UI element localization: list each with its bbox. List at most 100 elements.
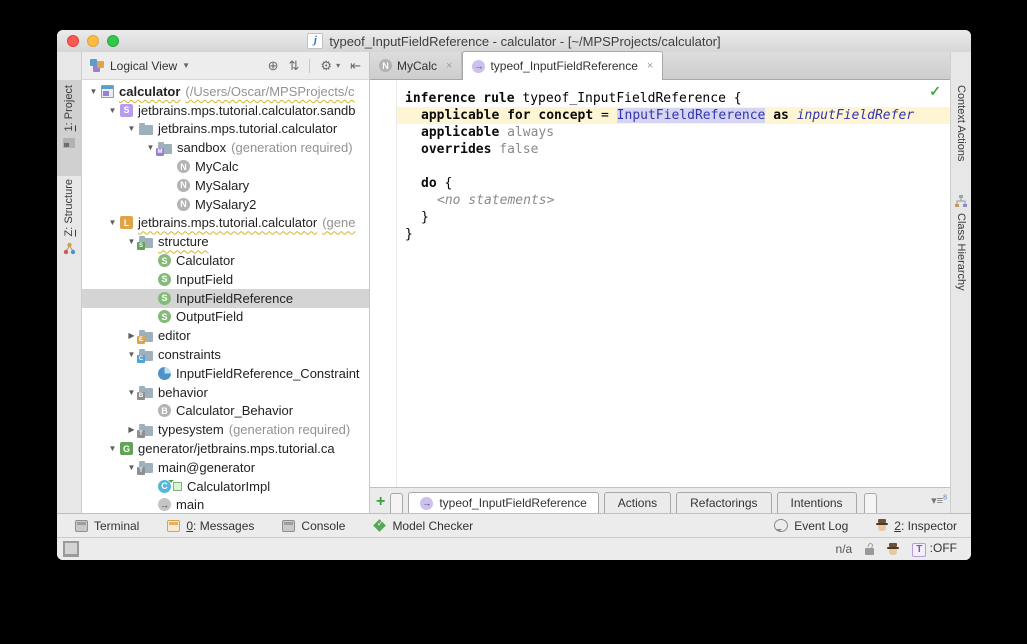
tree-item[interactable]: ▼Tmain@generator <box>82 458 369 477</box>
aspect-tab-label: Actions <box>618 496 657 510</box>
code-line[interactable]: applicable always <box>397 124 950 141</box>
tree-item[interactable]: SInputFieldReference <box>82 289 369 308</box>
tree-item[interactable]: ▶Eeditor <box>82 326 369 345</box>
aspect-tab-label: Intentions <box>791 496 843 510</box>
close-icon[interactable]: × <box>647 60 653 72</box>
tool-window-toggle-icon[interactable] <box>63 541 79 557</box>
tree-item-label: jetbrains.mps.tutorial.calculator <box>158 121 337 136</box>
code-line[interactable]: inference rule typeof_InputFieldReferenc… <box>397 90 950 107</box>
tree-item[interactable]: SInputField <box>82 270 369 289</box>
tree-item[interactable]: ▼Ljetbrains.mps.tutorial.calculator(gene <box>82 214 369 233</box>
locate-icon[interactable]: ⊕ <box>268 58 279 74</box>
tree-item[interactable]: CCalculatorImpl <box>82 477 369 496</box>
editor-tab-typeof-inputfieldreference[interactable]: → typeof_InputFieldReference × <box>462 51 663 80</box>
tree-item[interactable]: SOutputField <box>82 308 369 327</box>
toolbar-button-messages[interactable]: 0: Messages <box>167 519 254 533</box>
tree-item[interactable]: NMyCalc <box>82 157 369 176</box>
tab-list-icon[interactable]: ▾≡8 <box>931 494 947 507</box>
tool-tab-structure[interactable]: Z: Structure <box>57 174 81 260</box>
collapse-all-icon[interactable]: ⇅ <box>289 58 300 74</box>
node-icon: N <box>177 198 190 211</box>
code-token: inference rule <box>405 91 522 106</box>
expanded-arrow-icon[interactable]: ▼ <box>105 218 120 227</box>
tree-item[interactable]: →main <box>82 496 369 513</box>
toolbar-button-console[interactable]: Console <box>282 519 345 533</box>
tree-item[interactable]: ▼calculator(/Users/Oscar/MPSProjects/c <box>82 82 369 101</box>
tool-tab-context-actions[interactable]: Context Actions <box>951 80 971 166</box>
hector-icon[interactable] <box>887 543 899 556</box>
code-token: InputFieldReference <box>617 108 766 123</box>
editor-tab-label: typeof_InputFieldReference <box>490 59 637 73</box>
tool-tab-project[interactable]: 1: Project <box>57 80 81 176</box>
expanded-arrow-icon[interactable]: ▼ <box>124 124 139 133</box>
class-hierarchy-tool-icon <box>955 195 967 207</box>
aspect-tab-actions[interactable]: Actions <box>604 492 671 513</box>
tree-item[interactable]: BCalculator_Behavior <box>82 402 369 421</box>
editor-tab-bar: N MyCalc × → typeof_InputFieldReference … <box>370 52 950 80</box>
aspect-tab-refactorings[interactable]: Refactorings <box>676 492 771 513</box>
tree-item[interactable]: ▼Sjetbrains.mps.tutorial.calculator.sand… <box>82 101 369 120</box>
code-line[interactable]: } <box>397 226 950 243</box>
tree-item[interactable]: SCalculator <box>82 251 369 270</box>
toolbar-separator <box>309 59 310 73</box>
editor-tab-mycalc[interactable]: N MyCalc × <box>370 52 462 79</box>
tree-item[interactable]: ▼Cconstraints <box>82 345 369 364</box>
tab-stub <box>390 493 403 513</box>
titlebar[interactable]: j typeof_InputFieldReference - calculato… <box>57 30 971 53</box>
tree-item[interactable]: ▼Ggenerator/jetbrains.mps.tutorial.ca <box>82 439 369 458</box>
tree-item[interactable]: ▼ jetbrains.mps.tutorial.calculator <box>82 120 369 139</box>
unlock-icon[interactable] <box>865 548 874 555</box>
toolbar-button-terminal[interactable]: Terminal <box>75 519 139 533</box>
code-line[interactable]: do { <box>397 175 950 192</box>
toolbar-button-label: 2: Inspector <box>894 519 957 533</box>
tree-item[interactable]: ▼Sstructure <box>82 232 369 251</box>
tree-item[interactable]: NMySalary <box>82 176 369 195</box>
chevron-down-icon[interactable]: ▼ <box>182 61 190 70</box>
constraint-node-icon <box>158 367 171 380</box>
code-token: as <box>773 108 789 123</box>
model-checker-icon: ✓ <box>374 519 387 532</box>
editor-pane[interactable]: inference rule typeof_InputFieldReferenc… <box>370 80 950 487</box>
code-line[interactable]: <no statements> <box>397 192 950 209</box>
tree-item[interactable]: NMySalary2 <box>82 195 369 214</box>
tree-item[interactable]: ▶Ttypesystem(generation required) <box>82 420 369 439</box>
toolbar-button-model-checker[interactable]: ✓ Model Checker <box>373 519 473 533</box>
aspect-tab-intentions[interactable]: Intentions <box>777 492 857 513</box>
tree-item[interactable]: ▼Msandbox(generation required) <box>82 138 369 157</box>
right-tool-stripe: Context Actions Class Hierarchy <box>950 52 971 513</box>
add-aspect-button[interactable]: + <box>376 494 385 510</box>
hide-panel-icon[interactable]: ⇤ <box>350 58 361 74</box>
tree-item-suffix: (gene <box>322 215 355 230</box>
node-icon: N <box>379 59 392 72</box>
rule-arrow-icon: → <box>472 60 485 73</box>
code-line[interactable]: } <box>397 209 950 226</box>
gear-icon[interactable]: ⚙ <box>320 58 332 74</box>
tree-item-label: sandbox <box>177 140 226 155</box>
toolbar-button-event-log[interactable]: Event Log <box>774 519 848 533</box>
code-line[interactable]: overrides false <box>397 141 950 158</box>
model-structure-icon: S <box>139 238 153 248</box>
expanded-arrow-icon[interactable]: ▼ <box>86 87 101 96</box>
tree-item[interactable]: ▼Bbehavior <box>82 383 369 402</box>
minimize-button[interactable] <box>87 35 99 47</box>
aspect-tab-active[interactable]: → typeof_InputFieldReference <box>408 492 598 513</box>
main-arrow-icon: → <box>158 498 171 511</box>
code-area[interactable]: inference rule typeof_InputFieldReferenc… <box>370 80 950 243</box>
zoom-button[interactable] <box>107 35 119 47</box>
tree-item-label: typesystem <box>158 422 224 437</box>
code-line[interactable] <box>397 158 950 175</box>
project-panel-header: Logical View ▼ ⊕ ⇅ ⚙▾ ⇤ <box>82 52 370 80</box>
toolbar-button-inspector[interactable]: 2: Inspector <box>876 519 957 533</box>
code-line[interactable]: applicable for concept = InputFieldRefer… <box>397 107 950 124</box>
model-editor-icon: E <box>139 332 153 342</box>
view-selector[interactable]: Logical View <box>110 59 177 73</box>
folder-icon <box>139 125 153 135</box>
tree-item[interactable]: InputFieldReference_Constraint <box>82 364 369 383</box>
concept-icon: S <box>158 254 171 267</box>
typesystem-toggle[interactable]: T :OFF <box>912 541 957 557</box>
close-icon[interactable]: × <box>446 60 452 72</box>
expanded-arrow-icon[interactable]: ▼ <box>105 444 120 453</box>
expanded-arrow-icon[interactable]: ▼ <box>105 106 120 115</box>
tool-tab-class-hierarchy[interactable]: Class Hierarchy <box>951 190 971 296</box>
close-button[interactable] <box>67 35 79 47</box>
